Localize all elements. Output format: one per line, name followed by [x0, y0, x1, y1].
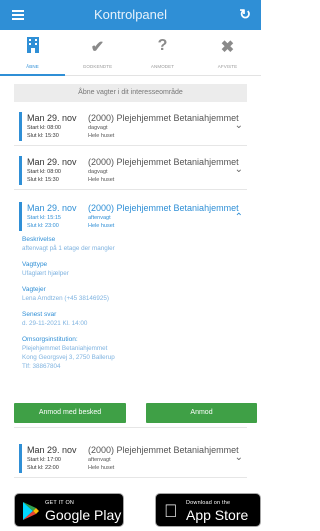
question-icon: ? [157, 37, 168, 54]
shift-date: Man 29. nov [27, 203, 77, 213]
shift-accent-bar [19, 444, 22, 473]
tab-approved[interactable]: ✔ GODKENDTE [65, 30, 130, 76]
shift-end: Slut kl: 22:00 [27, 465, 59, 471]
request-with-message-button[interactable]: Anmod med besked [14, 403, 126, 423]
shift-owner-label: Vagtejer [22, 286, 46, 293]
shift-end: Slut kl: 15:30 [27, 133, 59, 139]
app-header: Kontrolpanel ↻ [0, 0, 261, 30]
description-label: Beskrivelse [22, 236, 56, 243]
shift-type: aftenvagt [88, 215, 111, 221]
shift-card[interactable]: Man 29. nov (2000) Plejehjemmet Betaniah… [14, 106, 247, 146]
tab-label: ANMODET [150, 64, 175, 69]
shift-date: Man 29. nov [27, 113, 77, 123]
shift-organization: (2000) Plejehjemmet Betaniahjemmet [88, 157, 239, 167]
tab-label: AFVISTE [217, 64, 238, 69]
shift-organization: (2000) Plejehjemmet Betaniahjemmet [88, 203, 239, 213]
shift-area: Hele huset [88, 133, 115, 139]
checkmark-icon: ✔ [90, 39, 105, 56]
page-title: Kontrolpanel [94, 7, 167, 22]
chevron-down-icon[interactable]: ⌄ [235, 452, 243, 463]
shift-start: Start kl: 17:00 [27, 457, 61, 463]
google-play-small-text: GET IT ON [45, 500, 75, 506]
refresh-icon[interactable]: ↻ [239, 6, 251, 23]
tab-label: GODKENDTE [82, 64, 113, 69]
shift-owner-value: Lena Arndtzen (+45 38146925) [22, 295, 110, 302]
shift-type: dagvagt [88, 169, 108, 175]
shift-card[interactable]: Man 29. nov (2000) Plejehjemmet Betaniah… [14, 150, 247, 190]
shift-area: Hele huset [88, 177, 115, 183]
shift-accent-bar [19, 112, 22, 141]
description-value: aftenvagt på 1 etage der mangler [22, 245, 115, 252]
tab-open[interactable]: ÅBNE [0, 30, 65, 76]
shift-type: dagvagt [88, 125, 108, 131]
chevron-down-icon[interactable]: ⌄ [235, 120, 243, 131]
shift-start: Start kl: 08:00 [27, 169, 61, 175]
tab-rejected[interactable]: ✖ AFVISTE [195, 30, 260, 76]
shift-organization: (2000) Plejehjemmet Betaniahjemmet [88, 445, 239, 455]
app-store-big-text: App Store [186, 507, 249, 523]
building-icon [0, 37, 65, 58]
institution-label: Omsorgsinstitution: [22, 336, 78, 343]
shift-end: Slut kl: 15:30 [27, 177, 59, 183]
deadline-value: d. 29-11-2021 Kl. 14:00 [22, 320, 88, 327]
shift-start: Start kl: 15:15 [27, 215, 61, 221]
request-button[interactable]: Anmod [146, 403, 257, 423]
app-store-badge[interactable]:  Download on the App Store [155, 493, 261, 527]
institution-phone: Tlf: 38867804 [22, 363, 61, 370]
shift-date: Man 29. nov [27, 445, 77, 455]
section-banner: Åbne vagter i dit interesseområde [14, 84, 247, 102]
shift-start: Start kl: 08:00 [27, 125, 61, 131]
shift-accent-bar [19, 202, 22, 231]
shift-end: Slut kl: 23:00 [27, 223, 59, 229]
cross-icon: ✖ [220, 39, 235, 56]
google-play-badge[interactable]: GET IT ON Google Play [14, 493, 124, 527]
tab-label: ÅBNE [26, 64, 39, 69]
chevron-down-icon[interactable]: ⌄ [235, 164, 243, 175]
shift-accent-bar [19, 156, 22, 185]
apple-icon:  [164, 501, 178, 522]
tab-requested[interactable]: ? ANMODET [130, 30, 195, 76]
shift-type-label: Vagttype [22, 261, 48, 268]
shift-card[interactable]: Man 29. nov (2000) Plejehjemmet Betaniah… [14, 438, 247, 478]
chevron-up-icon[interactable]: ⌃ [235, 212, 243, 223]
institution-name: Plejehjemmet Betaniahjemmet [22, 345, 108, 352]
google-play-icon [23, 502, 39, 525]
shift-area: Hele huset [88, 465, 115, 471]
shift-date: Man 29. nov [27, 157, 77, 167]
tab-bar: ÅBNE ✔ GODKENDTE ? ANMODET ✖ AFVISTE [0, 30, 261, 76]
shift-type: aftenvagt [88, 457, 111, 463]
app-store-small-text: Download on the [186, 500, 231, 506]
institution-address: Kong Georgsvej 3, 2750 Ballerup [22, 354, 115, 361]
shift-type-value: Ufaglært hjælper [22, 270, 69, 277]
shift-organization: (2000) Plejehjemmet Betaniahjemmet [88, 113, 239, 123]
shift-area: Hele huset [88, 223, 115, 229]
google-play-big-text: Google Play [45, 507, 122, 523]
deadline-label: Senest svar [22, 311, 57, 318]
